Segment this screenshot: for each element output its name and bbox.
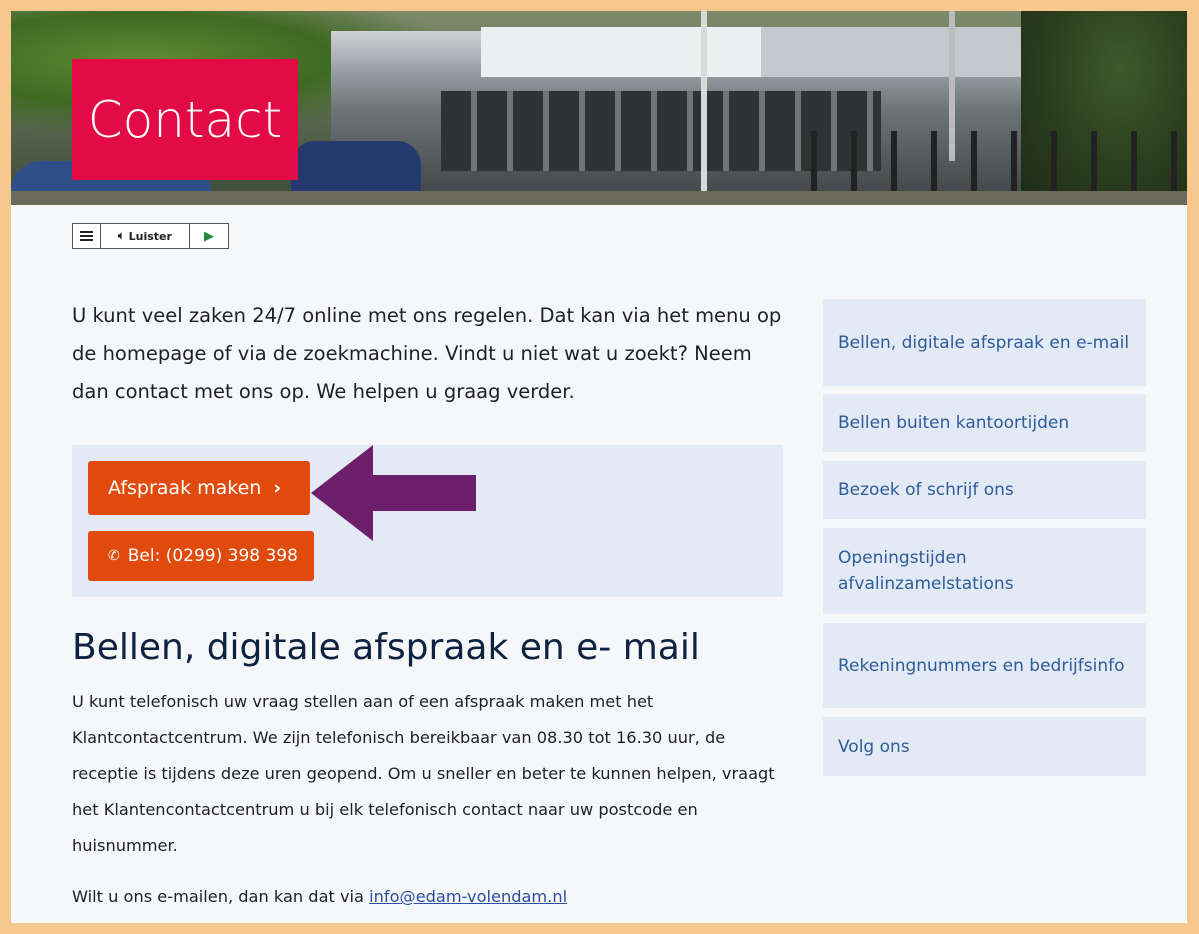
sidebar-item-volg-ons[interactable]: Volg ons (823, 717, 1146, 776)
sidebar-item-label: Rekeningnummers en bedrijfsinfo (838, 655, 1125, 676)
email-link[interactable]: info@edam-volendam.nl (369, 887, 567, 906)
menu-icon (80, 231, 93, 241)
play-icon: ▶ (204, 228, 214, 244)
listen-label: Luister (128, 229, 172, 243)
listen-menu-button[interactable] (73, 224, 101, 248)
sidebar-item-buiten-kantoortijden[interactable]: Bellen buiten kantoortijden (823, 394, 1146, 452)
section-heading: Bellen, digitale afspraak en e- mail (72, 627, 700, 668)
annotation-arrow-icon (311, 445, 476, 541)
sidebar-item-label: Openingstijden afvalinzamelstations (838, 548, 1014, 594)
chevron-right-icon: › (273, 477, 282, 499)
page-title-box: Contact (72, 59, 298, 180)
speaker-icon: 🔈︎ (118, 229, 125, 242)
sidebar-item-rekeningnummers[interactable]: Rekeningnummers en bedrijfsinfo (823, 623, 1146, 708)
sidebar-item-label: Volg ons (838, 736, 910, 757)
listen-button[interactable]: 🔈︎ Luister (101, 224, 190, 248)
appointment-button[interactable]: Afspraak maken › (88, 461, 310, 515)
email-line: Wilt u ons e-mailen, dan kan dat via inf… (72, 887, 792, 906)
phone-icon: ✆ (108, 548, 120, 564)
play-button[interactable]: ▶ (190, 224, 228, 248)
sidebar-item-openingstijden[interactable]: Openingstijden afvalinzamelstations (823, 528, 1146, 614)
appointment-label: Afspraak maken (108, 477, 262, 499)
page-title: Contact (87, 90, 283, 149)
readspeaker-toolbar: 🔈︎ Luister ▶ (72, 223, 229, 249)
sidebar-item-label: Bellen, digitale afspraak en e-mail (838, 332, 1130, 353)
call-label: Bel: (0299) 398 398 (127, 546, 298, 566)
sidebar-item-label: Bellen buiten kantoortijden (838, 413, 1070, 433)
sidebar-item-bellen[interactable]: Bellen, digitale afspraak en e-mail (823, 299, 1146, 386)
section-body: U kunt telefonisch uw vraag stellen aan … (72, 692, 775, 855)
intro-text: U kunt veel zaken 24/7 online met ons re… (72, 304, 782, 403)
call-button[interactable]: ✆ Bel: (0299) 398 398 (88, 531, 314, 581)
email-prefix: Wilt u ons e-mailen, dan kan dat via (72, 887, 364, 906)
sidebar-item-label: Bezoek of schrijf ons (838, 480, 1014, 500)
page-frame: Contact 🔈︎ Luister ▶ U kunt veel zaken 2… (11, 11, 1187, 923)
sidebar-item-bezoek[interactable]: Bezoek of schrijf ons (823, 461, 1146, 519)
